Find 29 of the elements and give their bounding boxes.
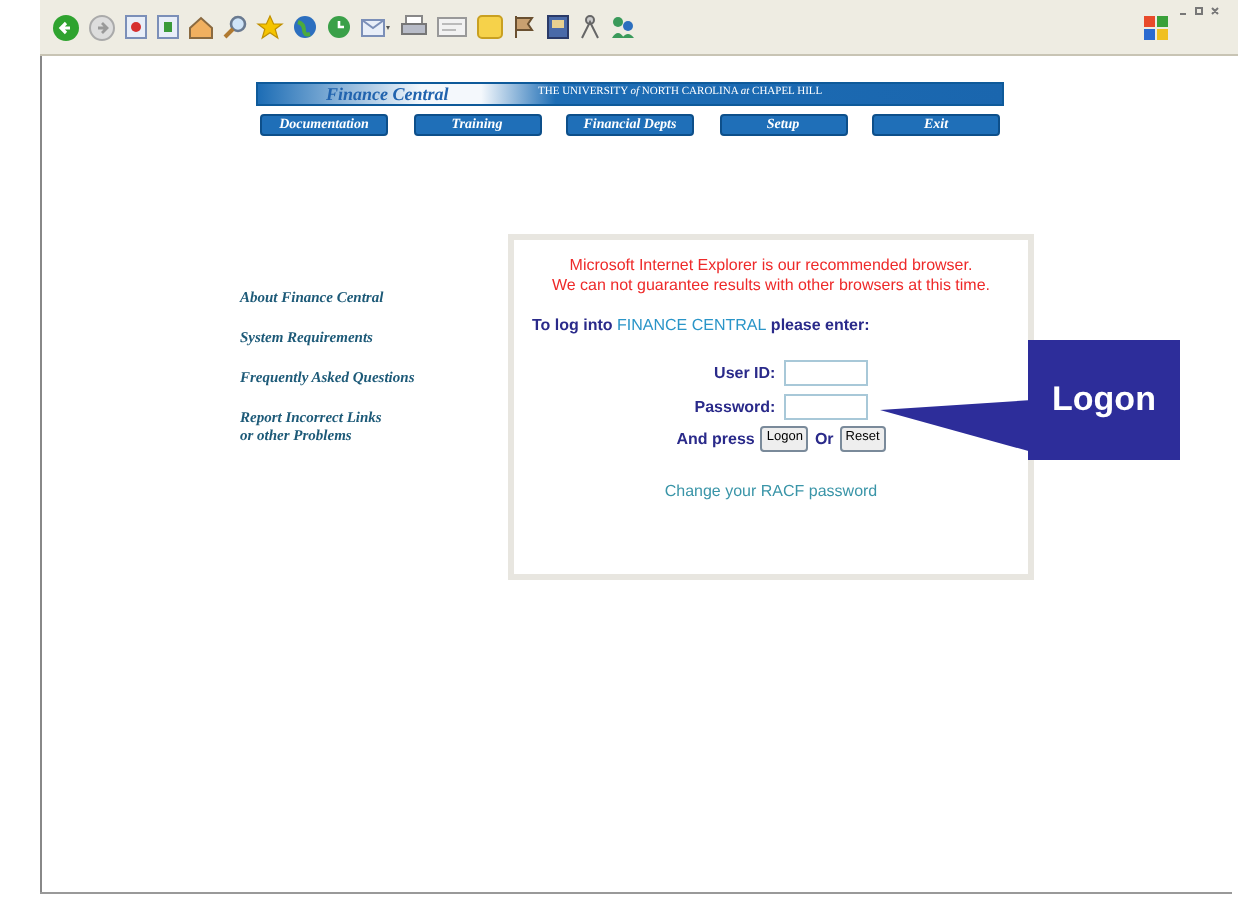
browser-notice: We can not guarantee results with other browsers at this time. bbox=[551, 276, 991, 296]
back-icon[interactable] bbox=[52, 13, 80, 41]
field-label: User ID: bbox=[714, 361, 776, 385]
globe-icon[interactable] bbox=[292, 14, 318, 40]
star-icon[interactable] bbox=[256, 13, 284, 41]
window-controls-icon[interactable] bbox=[1178, 6, 1222, 18]
instruction-text: And press bbox=[676, 427, 755, 451]
forward-icon[interactable] bbox=[88, 13, 116, 41]
banner-title: Finance Central bbox=[324, 85, 451, 103]
search-icon[interactable] bbox=[222, 14, 248, 40]
edit-icon[interactable] bbox=[436, 14, 468, 40]
input-field[interactable] bbox=[783, 360, 868, 386]
input-field[interactable] bbox=[783, 394, 868, 420]
home-icon[interactable] bbox=[188, 14, 214, 40]
printer-icon[interactable] bbox=[400, 14, 428, 40]
change-password-link[interactable]: Change your RACF password bbox=[664, 480, 878, 504]
browser-notice: Microsoft Internet Explorer is our recommended browser. bbox=[567, 256, 975, 276]
windows-logo-icon bbox=[1142, 13, 1170, 41]
logon-callout: Logon bbox=[1028, 340, 1180, 460]
users-icon[interactable] bbox=[610, 14, 636, 40]
refresh-icon[interactable] bbox=[156, 14, 180, 40]
field-label: Password: bbox=[694, 395, 776, 419]
flag-icon[interactable] bbox=[512, 14, 538, 40]
book-icon[interactable] bbox=[546, 14, 570, 40]
login-instruction: To log into FINANCE CENTRAL please enter: bbox=[532, 314, 870, 338]
history-icon[interactable] bbox=[326, 14, 352, 40]
mail-icon[interactable] bbox=[360, 14, 392, 40]
instruction-text: Or bbox=[814, 427, 834, 451]
stop-icon[interactable] bbox=[124, 14, 148, 40]
